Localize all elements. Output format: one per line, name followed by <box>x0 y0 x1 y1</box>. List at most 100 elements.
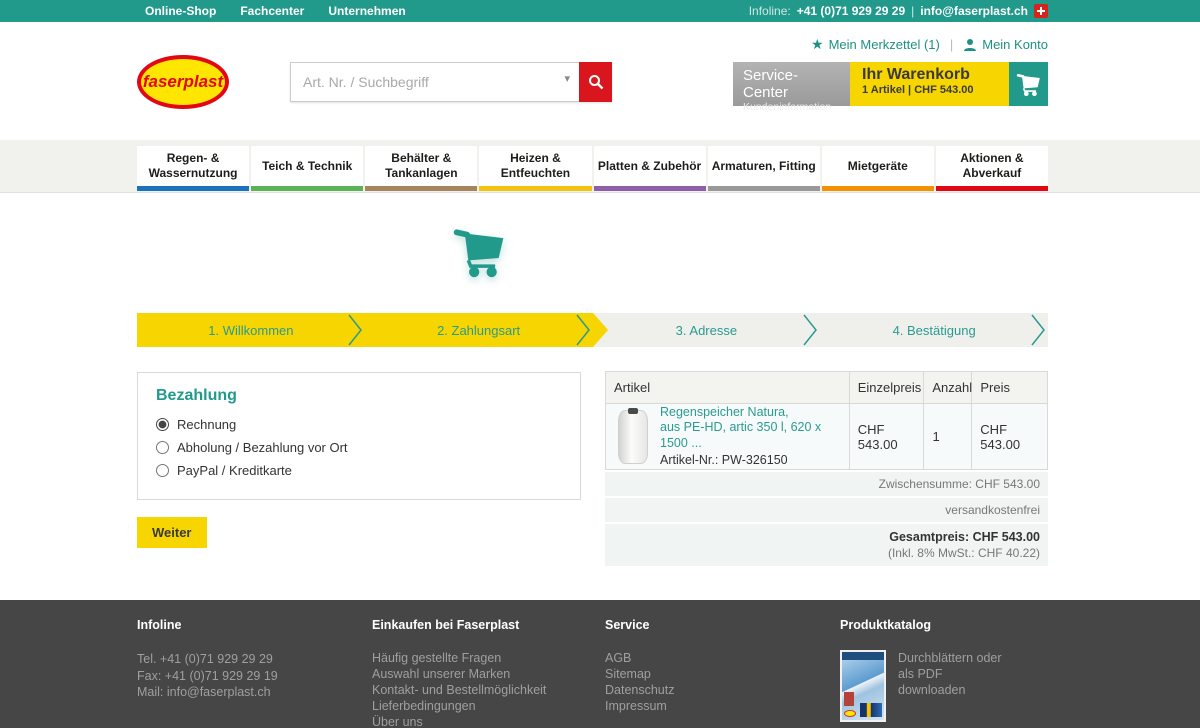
chevron-right-icon <box>802 313 818 347</box>
cart-summary-table: Artikel Einzelpreis Anzahl Preis Regensp… <box>605 371 1048 566</box>
header-buttons: Service-Center Kundeninformation Ihr War… <box>733 62 1048 106</box>
top-link-fachcenter[interactable]: Fachcenter <box>240 4 304 18</box>
user-icon <box>963 38 977 52</box>
footer-link-marken[interactable]: Auswahl unserer Marken <box>372 666 546 682</box>
chevron-right-icon <box>347 313 363 347</box>
step-adresse[interactable]: 3. Adresse <box>593 313 821 347</box>
search-button[interactable] <box>579 62 612 102</box>
vat-note: (Inkl. 8% MwSt.: CHF 40.22) <box>613 546 1040 560</box>
infoline-separator: | <box>911 4 914 18</box>
footer-link-lieferbedingungen[interactable]: Lieferbedingungen <box>372 698 546 714</box>
nav-item-behaelter-tankanlagen[interactable]: Behälter & Tankanlagen <box>365 146 477 191</box>
radio-paypal[interactable] <box>156 464 169 477</box>
footer-fax: Fax: +41 (0)71 929 29 19 <box>137 668 278 684</box>
catalog-thumbnail[interactable] <box>840 650 886 722</box>
main-navigation: Regen- & Wassernutzung Teich & Technik B… <box>0 140 1200 193</box>
nav-item-label: Regen- & Wassernutzung <box>137 151 249 181</box>
nav-item-teich-technik[interactable]: Teich & Technik <box>251 146 363 191</box>
step-willkommen[interactable]: 1. Willkommen <box>137 313 365 347</box>
footer-link-impressum[interactable]: Impressum <box>605 698 674 714</box>
footer-col-einkaufen: Einkaufen bei Faserplast Häufig gestellt… <box>372 618 546 728</box>
footer-col-title: Infoline <box>137 618 278 632</box>
service-center-title: Service-Center <box>743 67 840 101</box>
footer-link-datenschutz[interactable]: Datenschutz <box>605 682 674 698</box>
nav-item-label: Mietgeräte <box>844 159 912 174</box>
radio-abholung[interactable] <box>156 441 169 454</box>
nav-item-label: Platten & Zubehör <box>594 159 705 174</box>
chevron-right-icon <box>575 313 591 347</box>
checkout-page: Online-Shop Fachcenter Unternehmen Infol… <box>0 0 1200 728</box>
payment-option-rechnung[interactable]: Rechnung <box>156 417 562 432</box>
footer-col-produktkatalog: Produktkatalog Durchblättern oder als PD… <box>840 618 1002 722</box>
swiss-flag-icon <box>1034 4 1048 18</box>
catalog-link-line3[interactable]: downloaden <box>898 682 1002 698</box>
payment-box: Bezahlung Rechnung Abholung / Bezahlung … <box>137 372 581 500</box>
cart-icon <box>1016 71 1042 97</box>
step-label: 2. Zahlungsart <box>437 323 520 338</box>
warenkorb-title: Ihr Warenkorb <box>862 66 997 84</box>
nav-item-mietgeraete[interactable]: Mietgeräte <box>822 146 934 191</box>
checkout-cart-illustration <box>452 220 508 282</box>
shipping-row: versandkostenfrei <box>605 498 1048 522</box>
infoline-phone: +41 (0)71 929 29 29 <box>797 4 905 18</box>
nav-item-regen-wassernutzung[interactable]: Regen- & Wassernutzung <box>137 146 249 191</box>
top-link-unternehmen[interactable]: Unternehmen <box>328 4 405 18</box>
weiter-button[interactable]: Weiter <box>137 517 207 548</box>
nav-item-armaturen-fitting[interactable]: Armaturen, Fitting <box>708 146 820 191</box>
product-link-line1[interactable]: Regenspeicher Natura, <box>660 405 841 421</box>
catalog-link-line2[interactable]: als PDF <box>898 666 1002 682</box>
payment-option-label: Abholung / Bezahlung vor Ort <box>177 440 348 455</box>
top-nav: Online-Shop Fachcenter Unternehmen <box>145 4 406 18</box>
nav-item-label: Heizen & Entfeuchten <box>479 151 591 181</box>
search-input[interactable] <box>290 62 579 102</box>
step-zahlungsart[interactable]: 2. Zahlungsart <box>365 313 593 347</box>
footer-col-infoline: Infoline Tel. +41 (0)71 929 29 29 Fax: +… <box>137 618 278 700</box>
payment-option-abholung[interactable]: Abholung / Bezahlung vor Ort <box>156 440 562 455</box>
search-icon <box>588 74 604 90</box>
warenkorb-button[interactable]: Ihr Warenkorb 1 Artikel | CHF 543.00 <box>850 62 1009 106</box>
footer: Infoline Tel. +41 (0)71 929 29 29 Fax: +… <box>0 600 1200 728</box>
step-label: 3. Adresse <box>676 323 737 338</box>
faserplast-logo[interactable]: faserplast <box>137 55 229 109</box>
star-icon: ★ <box>811 36 824 53</box>
footer-link-faq[interactable]: Häufig gestellte Fragen <box>372 650 546 666</box>
cart-icon-button[interactable] <box>1009 62 1048 106</box>
step-bestaetigung[interactable]: 4. Bestätigung <box>820 313 1048 347</box>
nav-item-label: Behälter & Tankanlagen <box>365 151 477 181</box>
grand-total-amount: Gesamtpreis: CHF 543.00 <box>613 530 1040 544</box>
cell-preis: CHF 543.00 <box>972 404 1047 469</box>
footer-col-title: Einkaufen bei Faserplast <box>372 618 546 632</box>
footer-link-sitemap[interactable]: Sitemap <box>605 666 674 682</box>
nav-item-aktionen-abverkauf[interactable]: Aktionen & Abverkauf <box>936 146 1048 191</box>
footer-link-ueber-uns[interactable]: Über uns <box>372 714 546 728</box>
product-link-line2[interactable]: aus PE-HD, artic 350 l, 620 x 1500 ... <box>660 420 841 451</box>
mein-konto-link[interactable]: Mein Konto <box>963 37 1048 52</box>
col-header-einzelpreis: Einzelpreis <box>850 372 925 403</box>
footer-mail-link[interactable]: Mail: info@faserplast.ch <box>137 684 278 700</box>
payment-option-paypal[interactable]: PayPal / Kreditkarte <box>156 463 562 478</box>
nav-item-label: Armaturen, Fitting <box>708 159 820 174</box>
payment-option-label: Rechnung <box>177 417 236 432</box>
payment-title: Bezahlung <box>156 387 562 405</box>
cart-item-row: Regenspeicher Natura, aus PE-HD, artic 3… <box>605 404 1048 470</box>
nav-item-heizen-entfeuchten[interactable]: Heizen & Entfeuchten <box>479 146 591 191</box>
cell-anzahl: 1 <box>924 404 972 469</box>
footer-col-service: Service AGB Sitemap Datenschutz Impressu… <box>605 618 674 714</box>
warenkorb-subtitle: 1 Artikel | CHF 543.00 <box>862 84 997 96</box>
footer-col-title: Produktkatalog <box>840 618 1002 632</box>
step-label: 1. Willkommen <box>208 323 293 338</box>
cell-einzelpreis: CHF 543.00 <box>850 404 925 469</box>
merkzettel-link[interactable]: ★ Mein Merkzettel (1) <box>811 36 940 53</box>
account-separator: | <box>950 37 953 52</box>
service-center-button[interactable]: Service-Center Kundeninformation <box>733 62 850 106</box>
catalog-link-line1[interactable]: Durchblättern oder <box>898 650 1002 666</box>
checkout-steps: 1. Willkommen 2. Zahlungsart 3. Adresse … <box>137 313 1048 347</box>
infoline-email[interactable]: info@faserplast.ch <box>920 4 1028 18</box>
footer-link-agb[interactable]: AGB <box>605 650 674 666</box>
radio-rechnung[interactable] <box>156 418 169 431</box>
footer-link-kontakt[interactable]: Kontakt- und Bestellmöglichkeit <box>372 682 546 698</box>
nav-item-platten-zubehoer[interactable]: Platten & Zubehör <box>594 146 706 191</box>
cart-table-header: Artikel Einzelpreis Anzahl Preis <box>605 371 1048 404</box>
top-link-online-shop[interactable]: Online-Shop <box>145 4 216 18</box>
step-label: 4. Bestätigung <box>893 323 976 338</box>
